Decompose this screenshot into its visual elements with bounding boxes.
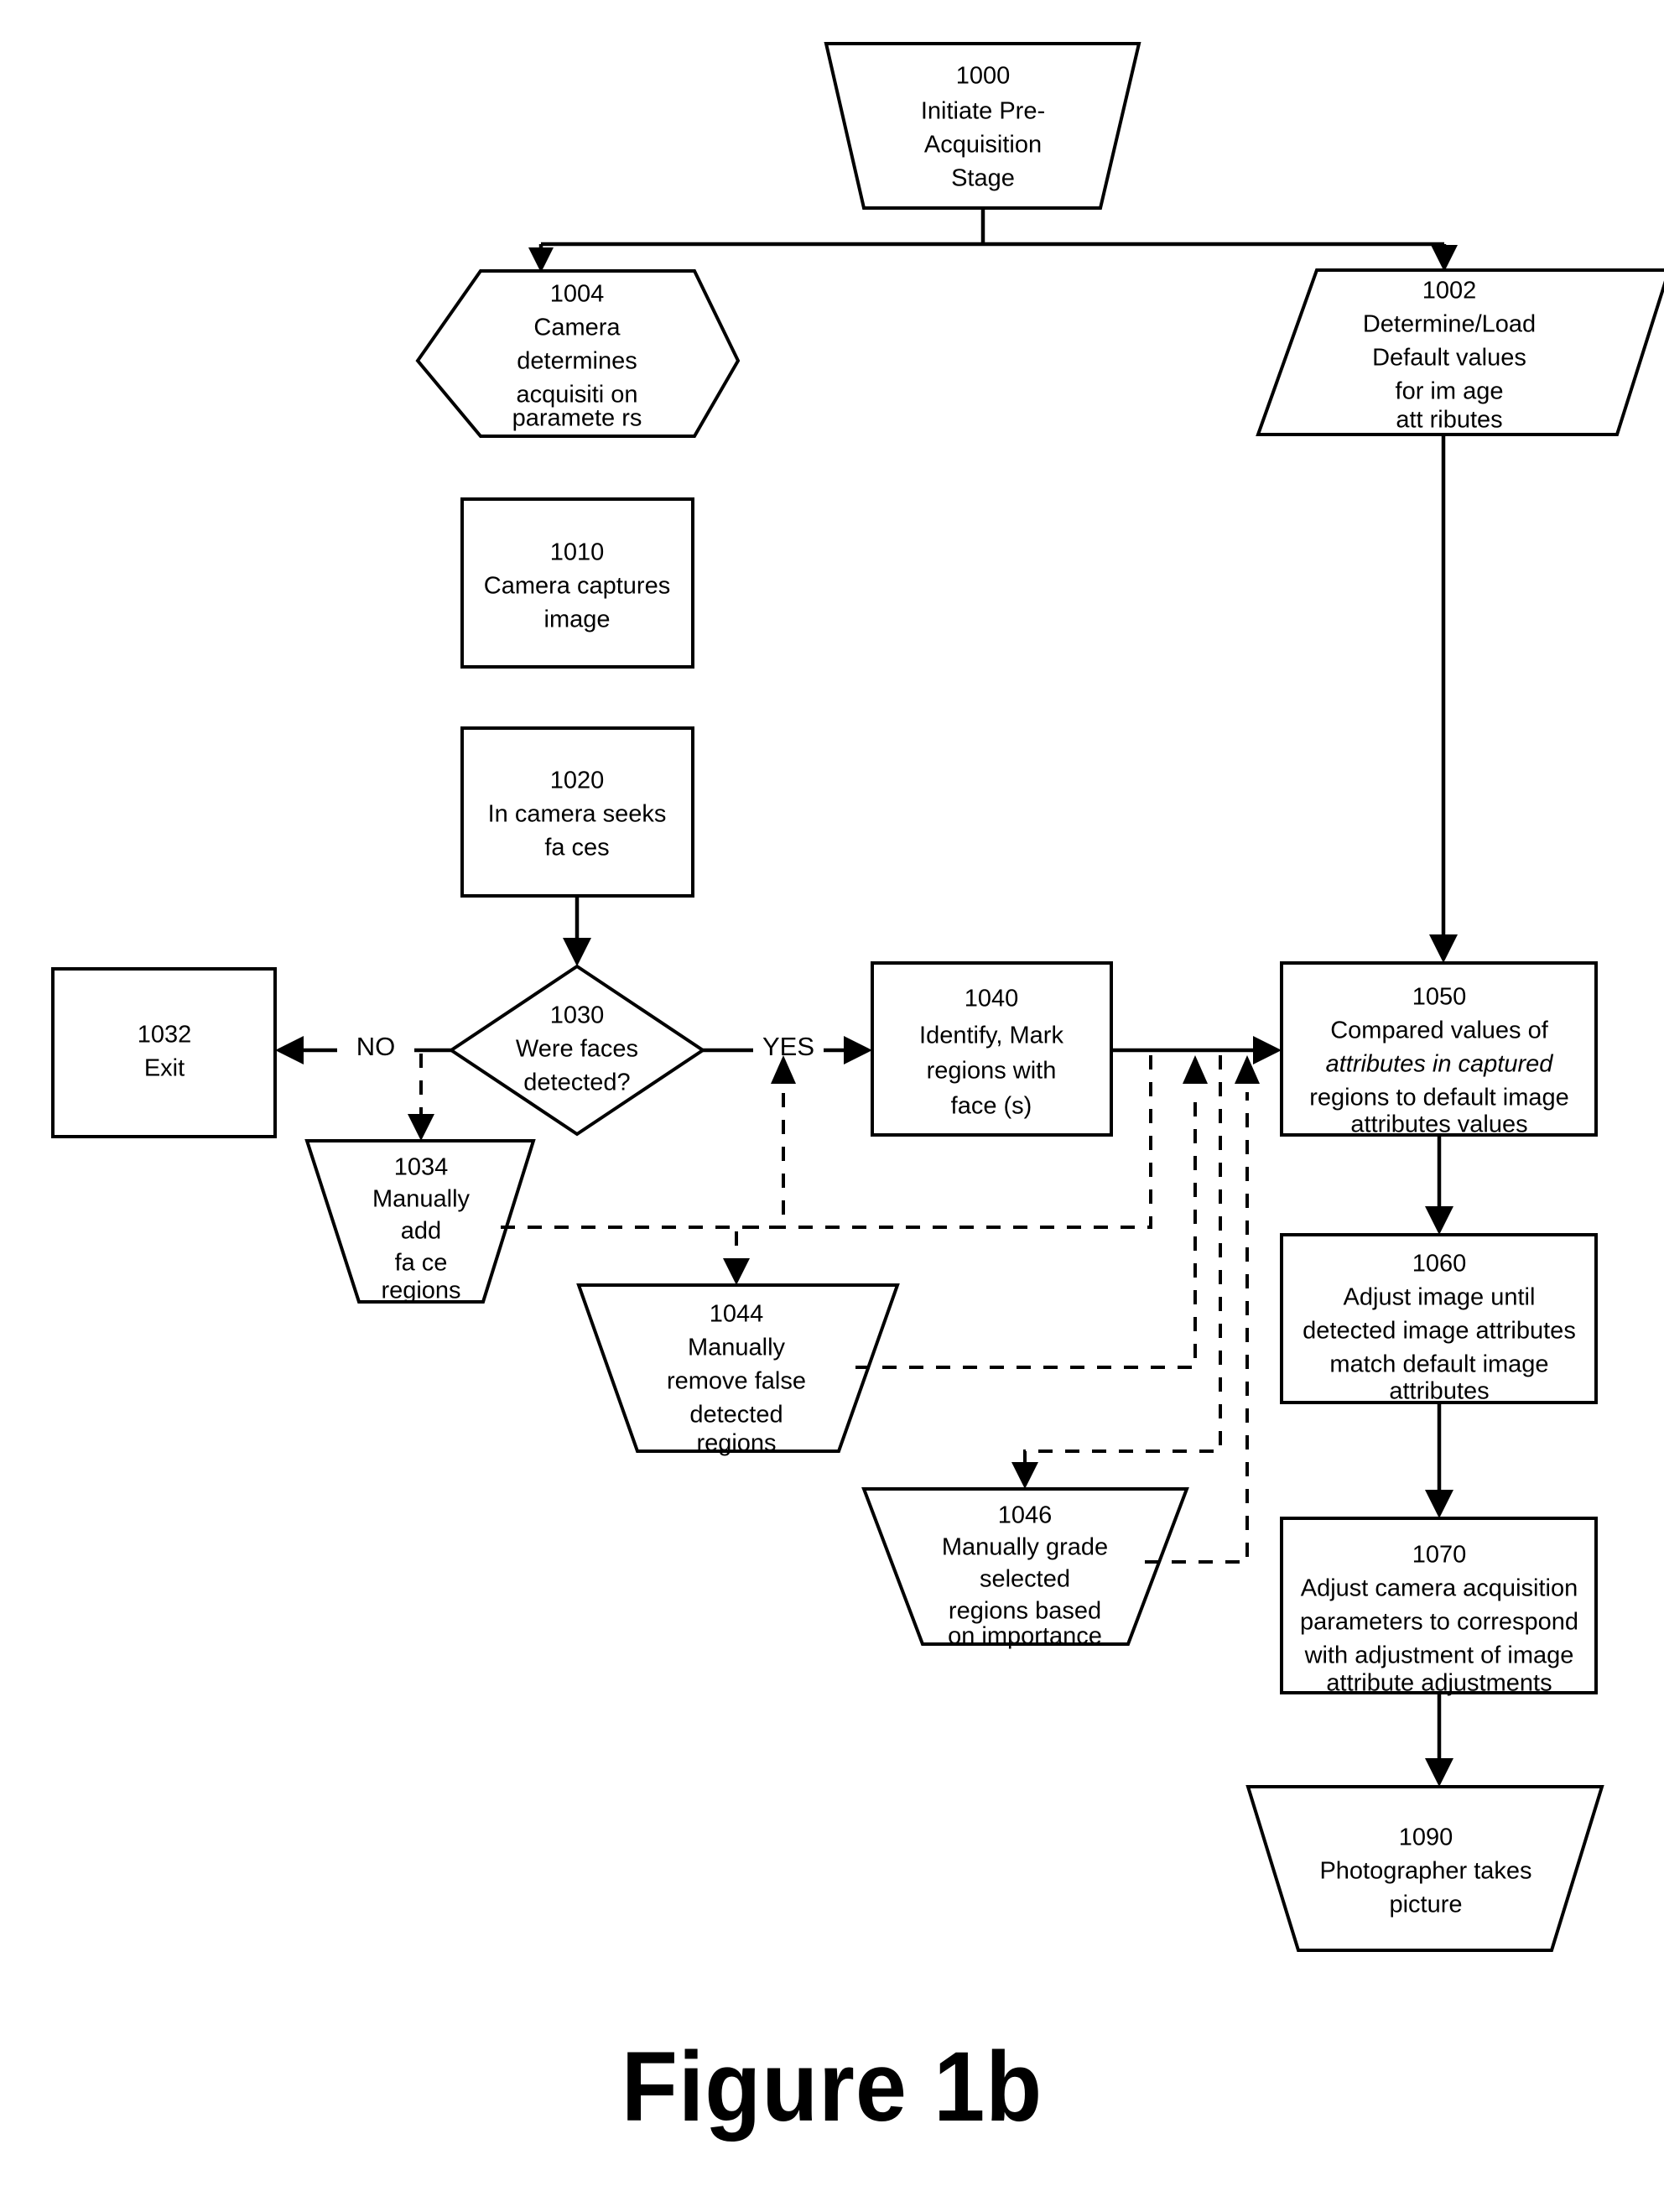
node-1044-line-0: 1044 <box>710 1301 764 1328</box>
node-1020-line-2: fa ces <box>544 835 609 861</box>
arrowhead-to-1004 <box>528 247 554 273</box>
node-1040-line-1: Identify, Mark <box>919 1023 1063 1049</box>
node-1004: 1004 Camera determines acquisiti on para… <box>415 269 741 438</box>
node-1050-line-2: attributes in captured <box>1326 1051 1554 1078</box>
node-1004-line-1: Camera <box>533 315 621 341</box>
node-1060-line-0: 1060 <box>1412 1251 1467 1278</box>
node-1090: 1090 Photographer takes picture <box>1245 1785 1604 1952</box>
patent-figure-page: 1000 Initiate Pre- Acquisition Stage 100… <box>0 0 1664 2212</box>
node-1046-line-4: on importance <box>948 1623 1102 1650</box>
node-1034-line-2: add <box>401 1218 441 1245</box>
arrowhead-to-1002 <box>1431 245 1458 272</box>
node-1070-line-4: attribute adjustments <box>1326 1670 1552 1697</box>
node-1000: 1000 Initiate Pre- Acquisition Stage <box>824 42 1141 210</box>
node-1020: 1020 In camera seeks fa ces <box>460 726 694 898</box>
node-1046-line-0: 1046 <box>998 1502 1053 1529</box>
node-1060-line-2: detected image attributes <box>1303 1318 1576 1345</box>
arrowhead-1002-1050 <box>1429 934 1458 963</box>
node-1046-line-1: Manually grade <box>942 1534 1108 1561</box>
node-1002-line-2: Default values <box>1372 345 1526 372</box>
arrowhead-1070-1090 <box>1425 1758 1453 1787</box>
node-1002-line-0: 1002 <box>1422 278 1477 304</box>
node-1044-line-2: remove false <box>667 1368 806 1395</box>
node-1004-line-4: paramete rs <box>512 405 642 432</box>
node-1060: 1060 Adjust image until detected image a… <box>1280 1233 1598 1405</box>
node-1046-line-2: selected <box>980 1566 1070 1593</box>
node-1032: 1032 Exit <box>51 967 277 1138</box>
arrowhead-1060-1070 <box>1425 1490 1453 1518</box>
arrowhead-1030-1032 <box>275 1036 304 1064</box>
node-1070: 1070 Adjust camera acquisition parameter… <box>1280 1517 1598 1697</box>
node-1000-line-3: Stage <box>951 165 1015 192</box>
node-1002: 1002 Determine/Load Default values for i… <box>1256 268 1664 436</box>
node-1050-line-3: regions to default image <box>1309 1085 1569 1111</box>
node-1044-line-1: Manually <box>688 1335 786 1361</box>
node-1044-line-4: regions <box>696 1430 776 1457</box>
node-1020-line-0: 1020 <box>550 768 605 794</box>
edge-label-no: NO <box>356 1032 396 1061</box>
node-1070-line-3: with adjustment of image <box>1304 1642 1574 1669</box>
node-1004-line-0: 1004 <box>550 281 605 308</box>
node-1002-line-1: Determine/Load <box>1363 311 1536 338</box>
node-1032-shape <box>51 967 277 1138</box>
node-1040: 1040 Identify, Mark regions with face (s… <box>871 961 1113 1137</box>
node-1034-line-3: fa ce <box>395 1250 448 1277</box>
node-1050-line-4: attributes values <box>1350 1111 1527 1138</box>
node-1032-line-1: Exit <box>144 1055 185 1082</box>
node-1090-line-2: picture <box>1389 1892 1462 1918</box>
arrowhead-1030-1040 <box>844 1036 872 1064</box>
node-1090-line-1: Photographer takes <box>1319 1858 1531 1885</box>
arrowhead-1044-1050 <box>1183 1055 1208 1084</box>
node-1050: 1050 Compared values of attributes in ca… <box>1280 961 1598 1138</box>
node-1040-line-3: face (s) <box>951 1093 1032 1120</box>
node-1090-line-0: 1090 <box>1399 1824 1453 1851</box>
node-1010-line-1: Camera captures <box>484 573 670 600</box>
arrowhead-1020-1030 <box>563 938 591 966</box>
node-1000-line-0: 1000 <box>956 63 1011 90</box>
node-1070-line-1: Adjust camera acquisition <box>1301 1575 1578 1602</box>
arrowhead-1050-1060 <box>1425 1206 1453 1235</box>
arrowhead-1040-1050 <box>1253 1036 1282 1064</box>
node-1010-line-0: 1010 <box>550 539 605 566</box>
node-1046-line-3: regions based <box>949 1598 1101 1625</box>
node-1010: 1010 Camera captures image <box>460 497 694 669</box>
node-1030-line-0: 1030 <box>550 1002 605 1029</box>
node-1002-line-4: att ributes <box>1396 407 1502 434</box>
node-1070-line-2: parameters to correspond <box>1300 1609 1578 1636</box>
node-1002-line-3: for im age <box>1396 378 1504 405</box>
node-1050-line-1: Compared values of <box>1330 1018 1548 1044</box>
node-1046: 1046 Manually grade selected regions bas… <box>861 1487 1189 1650</box>
node-1040-line-2: regions with <box>927 1058 1057 1085</box>
node-1070-line-0: 1070 <box>1412 1542 1467 1569</box>
node-1030-line-1: Were faces <box>516 1036 638 1063</box>
node-1034: 1034 Manually add fa ce regions <box>304 1139 536 1304</box>
node-1044: 1044 Manually remove false detected regi… <box>576 1283 900 1457</box>
node-1030-line-2: detected? <box>523 1070 630 1096</box>
node-1050-line-0: 1050 <box>1412 984 1467 1011</box>
flowchart-canvas: 1000 Initiate Pre- Acquisition Stage 100… <box>51 42 1664 1952</box>
figure-caption: Figure 1b <box>621 2032 1043 2142</box>
arrowhead-to-1046 <box>1011 1462 1038 1489</box>
node-1060-line-4: attributes <box>1389 1378 1489 1405</box>
node-1040-line-0: 1040 <box>965 986 1019 1012</box>
node-1004-line-2: determines <box>517 348 637 375</box>
arrowhead-no-1034 <box>408 1114 434 1141</box>
node-1034-line-0: 1034 <box>394 1154 449 1181</box>
node-1010-line-2: image <box>544 606 611 633</box>
node-1034-line-1: Manually <box>372 1186 471 1213</box>
node-1020-line-1: In camera seeks <box>488 801 667 828</box>
node-1030: 1030 Were faces detected? <box>448 964 706 1137</box>
arrowhead-to-1044 <box>723 1258 750 1285</box>
node-1032-line-0: 1032 <box>138 1022 192 1049</box>
node-1060-line-3: match default image <box>1329 1351 1548 1378</box>
node-1044-line-3: detected <box>689 1402 783 1429</box>
node-1000-line-2: Acquisition <box>924 132 1042 159</box>
edge-label-yes: YES <box>762 1032 814 1061</box>
node-1000-line-1: Initiate Pre- <box>921 98 1045 125</box>
node-1034-line-4: regions <box>381 1278 460 1304</box>
node-1060-line-1: Adjust image until <box>1344 1284 1536 1311</box>
